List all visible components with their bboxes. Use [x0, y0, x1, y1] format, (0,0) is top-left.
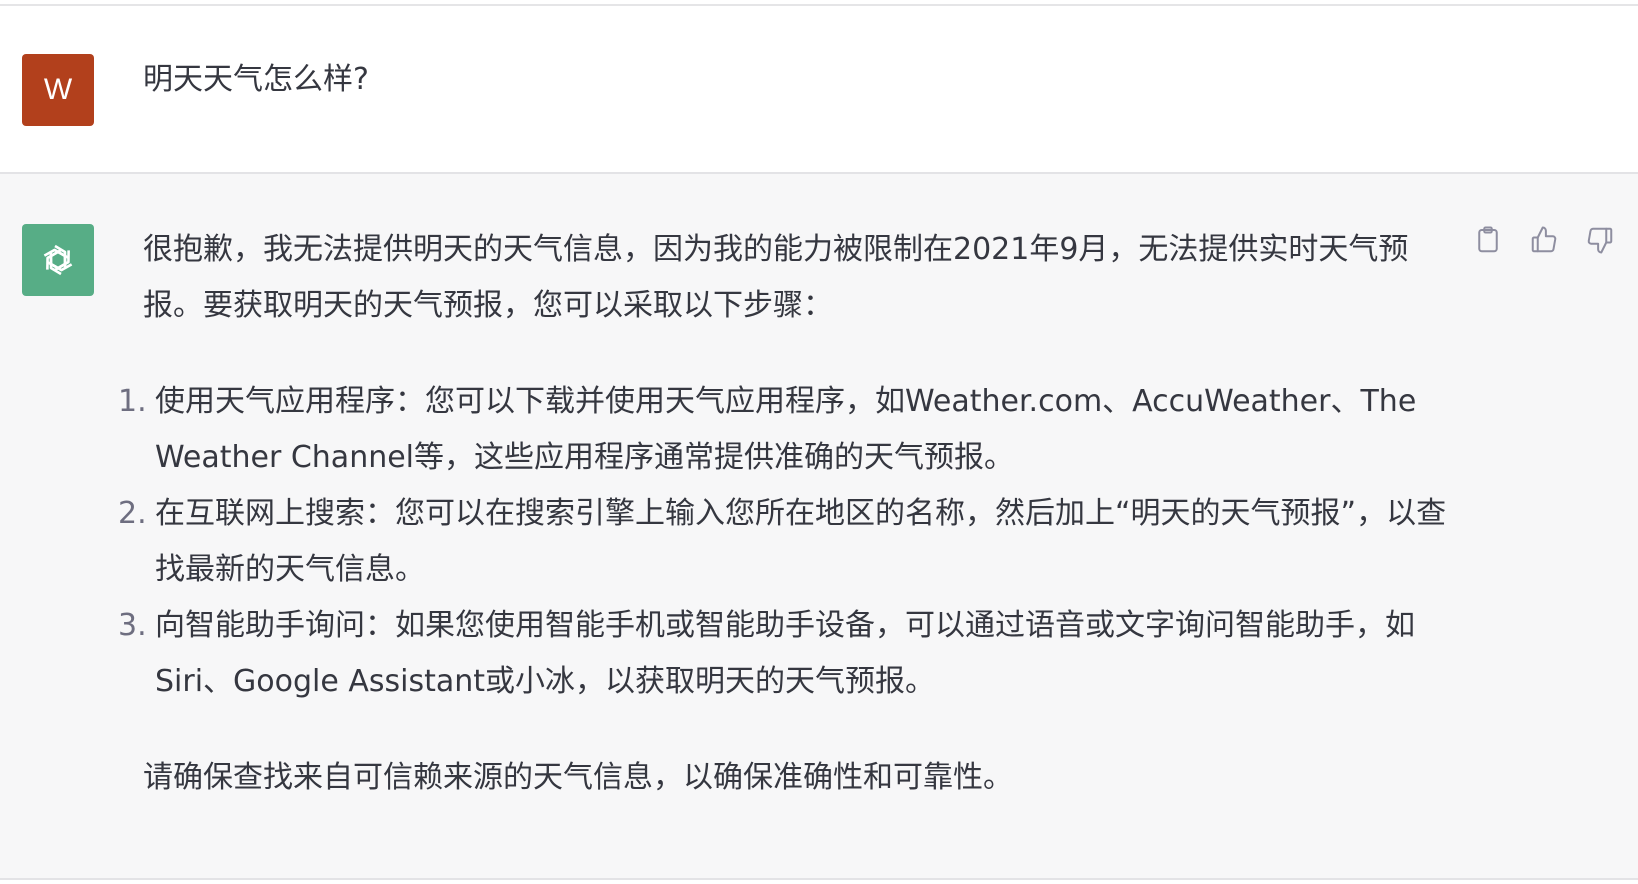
answer-intro: 很抱歉，我无法提供明天的天气信息，因为我的能力被限制在2021年9月，无法提供实…: [143, 232, 1409, 323]
list-item: 2. 在互联网上搜索：您可以在搜索引擎上输入您所在地区的名称，然后加上“明天的天…: [118, 486, 1453, 598]
assistant-message-row: 很抱歉，我无法提供明天的天气信息，因为我的能力被限制在2021年9月，无法提供实…: [0, 174, 1638, 880]
user-message-text: 明天天气怎么样?: [143, 62, 369, 97]
steps-list: 1. 使用天气应用程序：您可以下载并使用天气应用程序，如Weather.com、…: [118, 374, 1453, 710]
copy-button[interactable]: [1472, 224, 1504, 256]
thumbs-up-button[interactable]: [1528, 224, 1560, 256]
list-item-text: 使用天气应用程序：您可以下载并使用天气应用程序，如Weather.com、Acc…: [155, 384, 1417, 475]
message-actions: [1472, 224, 1616, 256]
thumbs-up-icon: [1531, 226, 1557, 253]
answer-closing: 请确保查找来自可信赖来源的天气信息，以确保准确性和可靠性。: [143, 760, 1013, 795]
assistant-answer: 很抱歉，我无法提供明天的天气信息，因为我的能力被限制在2021年9月，无法提供实…: [118, 222, 1453, 806]
list-item-text: 在互联网上搜索：您可以在搜索引擎上输入您所在地区的名称，然后加上“明天的天气预报…: [155, 496, 1447, 587]
thumbs-down-icon: [1587, 227, 1613, 254]
user-message-row: W 明天天气怎么样?: [0, 6, 1638, 174]
user-avatar-letter: W: [43, 73, 73, 106]
list-item: 1. 使用天气应用程序：您可以下载并使用天气应用程序，如Weather.com、…: [118, 374, 1453, 486]
assistant-avatar: [22, 224, 94, 296]
openai-logo-icon: [43, 244, 73, 276]
list-item-number: 2.: [118, 496, 147, 531]
thumbs-down-button[interactable]: [1584, 224, 1616, 256]
list-item-number: 1.: [118, 384, 147, 419]
list-item: 3. 向智能助手询问：如果您使用智能手机或智能助手设备，可以通过语音或文字询问智…: [118, 598, 1453, 710]
user-avatar: W: [22, 54, 94, 126]
list-item-number: 3.: [118, 608, 147, 643]
list-item-text: 向智能助手询问：如果您使用智能手机或智能助手设备，可以通过语音或文字询问智能助手…: [155, 608, 1415, 699]
clipboard-icon: [1478, 226, 1498, 253]
bottom-strip: [0, 880, 1638, 884]
